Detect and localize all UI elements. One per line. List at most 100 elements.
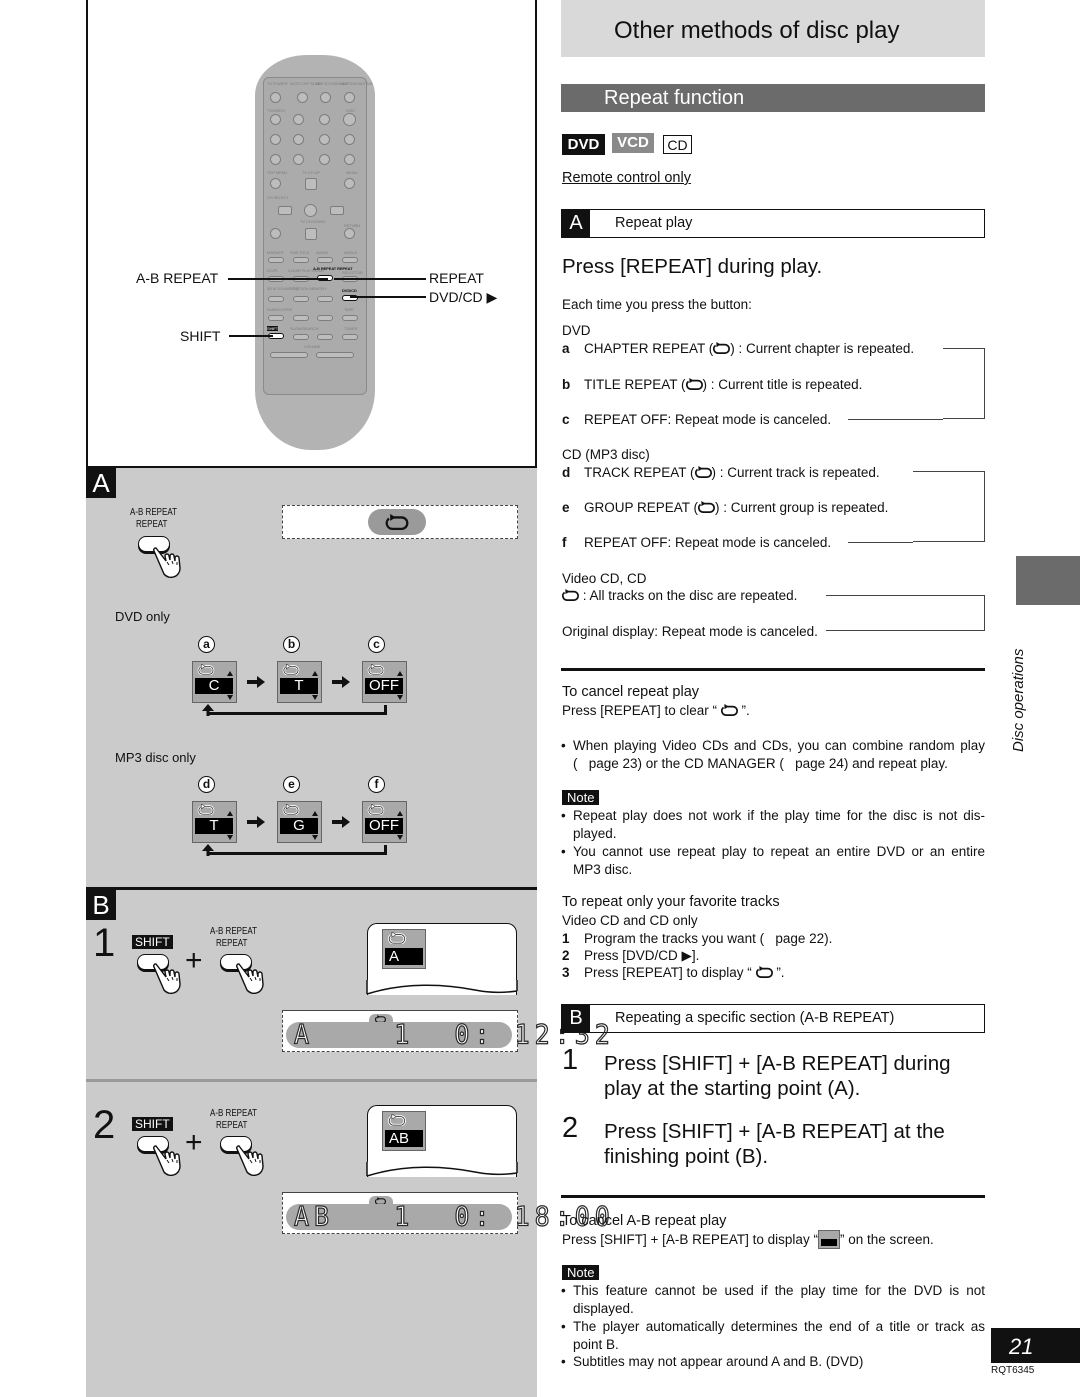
mode-value: OFF (365, 818, 403, 834)
button-label-ab-repeat: A-B REPEAT (130, 507, 177, 518)
ab-step-line: finishing point (B). (604, 1145, 769, 1168)
item-text: ) : Current title is repeated. (702, 377, 863, 392)
note-item: The player automatically determines the … (561, 1318, 985, 1354)
key-2 (293, 114, 304, 125)
section-divider (561, 668, 985, 671)
down-arrow-icon (312, 695, 318, 700)
remote-label: ANGLE (344, 250, 358, 255)
badge-cd: CD (663, 135, 692, 154)
cancel-ab-heading: To cancel A-B repeat play (562, 1213, 727, 1229)
callout-line (229, 335, 273, 337)
cycle-connector (848, 419, 943, 420)
arrow-up-icon (202, 704, 214, 716)
button-label-repeat: REPEAT (216, 938, 248, 949)
remote-label: SHIFT (267, 326, 279, 331)
key-4 (270, 134, 281, 145)
top-menu-key (270, 178, 281, 189)
item-letter: c (562, 412, 570, 427)
cycle-connector (848, 542, 913, 543)
ab-osd-value: A (385, 948, 423, 965)
step-letter-badge: e (283, 776, 300, 793)
up-key (305, 178, 317, 190)
cycle-bracket (913, 471, 985, 542)
remote-label: CH SELECT (267, 195, 289, 200)
remote-label: DVD/CD (342, 288, 357, 293)
cancel-repeat-text: Press [REPEAT] to clear “ ”. (562, 702, 750, 719)
subwoofer-key (268, 315, 284, 321)
repeat-play-heading: A Repeat play (561, 209, 985, 238)
plus-sign: + (185, 1126, 203, 1159)
ab-step-number: 1 (562, 1044, 579, 1076)
remote-label: TUNER (344, 326, 358, 331)
remote-label: SELECTOR (342, 270, 363, 275)
callout-line (350, 296, 426, 298)
item-letter: b (562, 377, 571, 392)
volume-up-key (316, 352, 354, 358)
ab-osd-value: AB (385, 1130, 423, 1147)
ab-off-osd-icon (817, 1230, 840, 1249)
slow-fwd-key (317, 334, 333, 340)
lcd-display: AB 1 0: 18:00 (286, 1202, 610, 1231)
mode-value: C (195, 678, 233, 694)
audio-key (317, 257, 333, 263)
ab-osd-indicator: AB (382, 1111, 426, 1151)
step-divider (86, 1079, 537, 1082)
key-7 (270, 154, 281, 165)
repeat-mode-item: a CHAPTER REPEAT () : Current chapter is … (562, 340, 914, 357)
note-item: You cannot use repeat play to repeat an … (561, 843, 985, 879)
remote-only-note: Remote control only (562, 170, 691, 186)
angle-key (342, 257, 358, 263)
step-letter-badge: f (368, 776, 385, 793)
callout-line (228, 278, 328, 280)
sleep-key (297, 92, 308, 103)
item-text: CHAPTER REPEAT ( (584, 341, 714, 356)
ab-repeat-heading: B Repeating a specific section (A-B REPE… (561, 1004, 985, 1033)
section-divider (86, 887, 537, 890)
marker-key (268, 257, 284, 263)
cycle-bracket (943, 348, 985, 419)
section-divider (561, 1195, 985, 1198)
section-a-tag: A (86, 468, 116, 498)
mode-value: T (280, 678, 318, 694)
repeat-icon (367, 804, 385, 815)
fav-step-text: Press [DVD/CD ▶]. (584, 948, 700, 963)
repeat-mode-item: d TRACK REPEAT () : Current track is repe… (562, 464, 880, 481)
repeat-icon (695, 466, 712, 478)
remote-label: TV CH DOWN (300, 219, 325, 224)
pressing-hand-icon (235, 960, 265, 994)
tape-key (342, 315, 358, 321)
badge-dvd: DVD (562, 134, 605, 155)
pressing-hand-icon (235, 1142, 265, 1176)
vcd-all-text: : All tracks on the disc are repeated. (579, 588, 798, 603)
cancel-ab-pre: Press [SHIFT] + [A-B REPEAT] to display … (562, 1232, 818, 1247)
arrow-right-icon (247, 676, 265, 688)
down-arrow-icon (227, 835, 233, 840)
repeat-mode-item: c REPEAT OFF: Repeat mode is canceled. (562, 411, 831, 428)
button-label-ab-repeat: A-B REPEAT (210, 1108, 257, 1119)
repeat-indicator (368, 509, 426, 535)
enter-key (304, 204, 317, 217)
repeat-icon (282, 804, 300, 815)
fav-step: 1 Program the tracks you want ( page 22). (562, 930, 832, 947)
key-6 (319, 134, 330, 145)
button-label-repeat: REPEAT (136, 519, 168, 530)
menu-key (344, 178, 355, 189)
sound-eq-key (268, 296, 284, 302)
ab-osd-indicator: A (382, 929, 426, 969)
heading-tag: A (562, 210, 590, 237)
repeat-icon (197, 804, 215, 815)
each-time-text: Each time you press the button: (562, 297, 752, 312)
mode-value: T (195, 818, 233, 834)
repeat-icon (387, 932, 407, 944)
section-title-bar: Repeat function (561, 84, 985, 112)
lcd-display: A 1 0: 12:32 (286, 1020, 610, 1049)
vcd-heading: Video CD, CD (562, 571, 647, 586)
key-0 (344, 154, 355, 165)
repeat-icon (562, 589, 579, 601)
skip-back-key (293, 315, 309, 321)
cancel-post: ”. (737, 703, 750, 718)
step-letter-badge: a (198, 636, 215, 653)
favorite-tracks-sub: Video CD and CD only (562, 913, 698, 928)
combine-note: When playing Video CDs and CDs, you can … (561, 737, 985, 773)
item-letter: f (562, 535, 567, 550)
